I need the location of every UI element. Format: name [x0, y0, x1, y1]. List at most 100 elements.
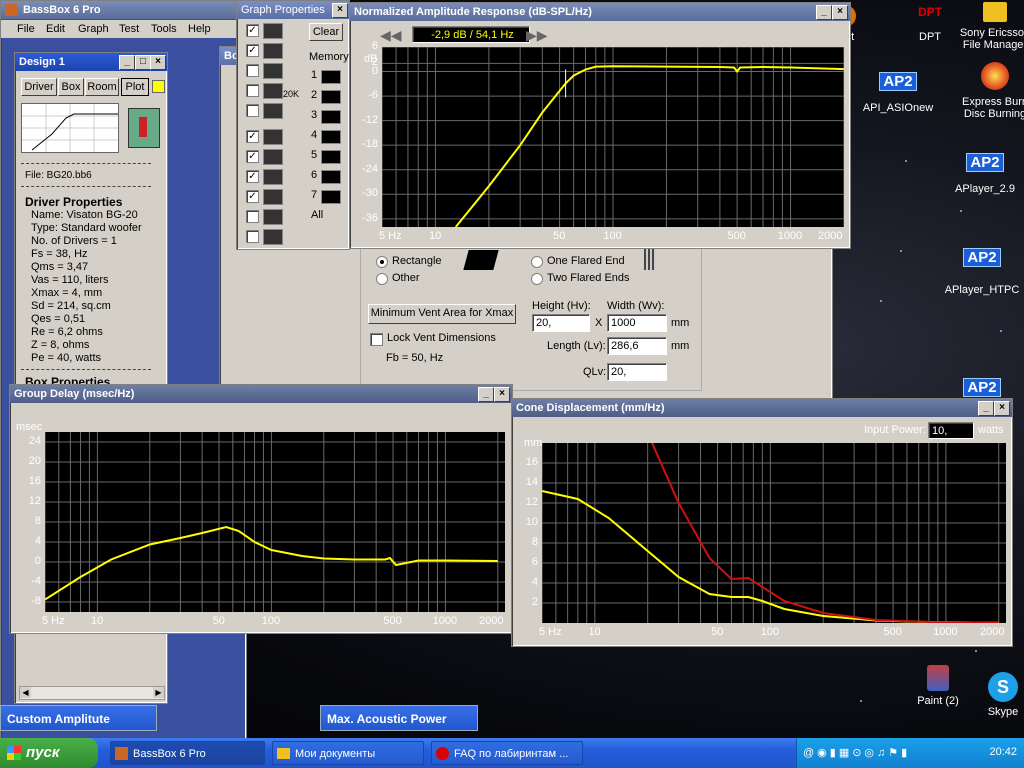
height-input[interactable]: 20, — [532, 314, 590, 332]
color-swatch[interactable] — [152, 80, 165, 93]
tab-plot[interactable]: Plot — [121, 78, 149, 96]
input-power-label: Input Power: — [864, 424, 926, 436]
memory-slot-button[interactable] — [321, 130, 341, 144]
menu-file[interactable]: File — [17, 23, 35, 35]
memory-slot-button[interactable] — [321, 110, 341, 124]
close-button[interactable]: × — [150, 55, 166, 70]
memory-slot-button[interactable] — [321, 90, 341, 104]
driver-prop: No. of Drivers = 1 — [31, 235, 117, 247]
horizontal-scrollbar[interactable]: ◀ ▶ — [19, 686, 165, 700]
tab-box[interactable]: Box — [58, 78, 84, 96]
memory-slot-label: 6 — [311, 169, 318, 181]
length-input[interactable]: 286,6 — [607, 337, 667, 355]
graph-option-checkbox[interactable]: ✓ — [246, 24, 259, 37]
graph-option-checkbox[interactable] — [246, 230, 259, 243]
minimize-button[interactable]: _ — [816, 5, 832, 20]
desktop-icon-api-asio[interactable]: AP2 API_ASIOnew — [853, 72, 943, 114]
memory-slot-button[interactable] — [321, 170, 341, 184]
mm-unit: mm — [671, 340, 690, 352]
y-tick-label: 24 — [28, 435, 41, 447]
graph-option-checkbox[interactable] — [246, 210, 259, 223]
rectangle-label[interactable]: Rectangle — [392, 255, 442, 267]
next-marker-icon[interactable]: ▶▶ — [526, 27, 548, 44]
x-tick-label: 2000 — [818, 230, 843, 242]
x-tick-label: 500 — [883, 626, 902, 638]
box-shape-icon — [463, 250, 499, 270]
input-power-input[interactable]: 10, — [928, 422, 974, 439]
other-label[interactable]: Other — [392, 272, 420, 284]
graph-option-checkbox[interactable]: ✓ — [246, 190, 259, 203]
graph-option-checkbox[interactable]: ✓ — [246, 130, 259, 143]
speaker-icon — [128, 108, 160, 148]
menu-tools[interactable]: Tools — [151, 23, 177, 35]
clock[interactable]: 20:42 — [989, 746, 1017, 758]
close-button[interactable]: × — [494, 387, 510, 402]
two-flared-ends-label[interactable]: Two Flared Ends — [547, 272, 630, 284]
maximize-button[interactable]: □ — [135, 55, 151, 70]
x-tick-label: 100 — [603, 230, 622, 242]
one-flared-end-label[interactable]: One Flared End — [547, 255, 625, 267]
start-button[interactable]: пуск — [0, 738, 98, 768]
tab-driver[interactable]: Driver — [21, 78, 57, 96]
graph-option-checkbox[interactable]: ✓ — [246, 170, 259, 183]
close-button[interactable]: × — [832, 5, 848, 20]
menu-test[interactable]: Test — [119, 23, 139, 35]
qlv-input[interactable]: 20, — [607, 363, 667, 381]
scroll-right-icon[interactable]: ▶ — [153, 687, 164, 698]
tray-icons[interactable]: @◉▮▦⊙◎♫⚑▮ — [803, 746, 910, 759]
memory-slot-button[interactable] — [321, 70, 341, 84]
scroll-left-icon[interactable]: ◀ — [20, 687, 31, 698]
main-title-bar: BassBox 6 Pro — [1, 1, 246, 19]
custom-amplitude-bar[interactable]: Custom Amplitute — [0, 705, 157, 731]
graph-option-checkbox[interactable] — [246, 64, 259, 77]
tab-room[interactable]: Room — [85, 78, 119, 96]
lock-vent-checkbox[interactable] — [370, 333, 383, 346]
y-tick-label: 4 — [34, 535, 41, 547]
graph-option-checkbox[interactable]: ✓ — [246, 150, 259, 163]
cone-displacement-window: Cone Displacement (mm/Hz) _ × Input Powe… — [511, 382, 1013, 647]
other-radio[interactable] — [376, 273, 388, 285]
app-icon — [5, 4, 17, 16]
burn-icon — [981, 62, 1009, 90]
rectangle-radio[interactable] — [376, 256, 388, 268]
close-button[interactable]: × — [994, 401, 1010, 416]
task-faq-opera[interactable]: FAQ по лабиринтам ... — [431, 741, 583, 765]
graph-option-icon — [263, 63, 283, 79]
task-my-documents[interactable]: Мои документы — [272, 741, 424, 765]
graph-option-checkbox[interactable] — [246, 104, 259, 117]
desktop-icon-aplayer-htpc[interactable]: AP2 APlayer_HTPC — [937, 248, 1024, 296]
desktop-icon-sony-ericsson[interactable]: Sony Ericsson File Manager — [950, 2, 1024, 51]
y-tick-label: 6 — [531, 556, 538, 568]
desktop-icon-aplayer-29[interactable]: AP2 APlayer_2.9 — [940, 153, 1024, 195]
mini-response-plot — [21, 103, 119, 153]
prev-marker-icon[interactable]: ◀◀ — [380, 27, 402, 44]
task-bassbox[interactable]: BassBox 6 Pro — [110, 741, 265, 765]
graph-option-checkbox[interactable] — [246, 84, 259, 97]
min-vent-area-button[interactable]: Minimum Vent Area for Xmax — [368, 304, 516, 324]
close-button[interactable]: × — [332, 3, 348, 18]
x-tick-label: 1000 — [933, 626, 958, 638]
two-flared-ends-radio[interactable] — [531, 273, 543, 285]
menu-edit[interactable]: Edit — [46, 23, 65, 35]
width-input[interactable]: 1000 — [607, 314, 667, 332]
memory-slot-button[interactable] — [321, 190, 341, 204]
desktop-icon-skype[interactable]: S Skype — [958, 672, 1024, 718]
minimize-button[interactable]: _ — [119, 55, 135, 70]
y-tick-label: 8 — [34, 515, 41, 527]
max-acoustic-power-bar[interactable]: Max. Acoustic Power — [320, 705, 478, 731]
graph-option-checkbox[interactable]: ✓ — [246, 44, 259, 57]
menu-help[interactable]: Help — [188, 23, 211, 35]
clear-memory-button[interactable]: Clear — [309, 23, 343, 41]
desktop-icon-express-burn[interactable]: Express Burn Disc Burning — [955, 62, 1024, 120]
group-delay-title-bar: Group Delay (msec/Hz) _ × — [10, 385, 512, 403]
memory-slot-button[interactable] — [321, 150, 341, 164]
lock-vent-label[interactable]: Lock Vent Dimensions — [387, 332, 496, 344]
desktop-icon-ap2[interactable]: AP2 — [937, 378, 1024, 397]
graph-option-icon — [263, 229, 283, 245]
menu-graph[interactable]: Graph — [78, 23, 109, 35]
minimize-button[interactable]: _ — [978, 401, 994, 416]
driver-prop: Name: Visaton BG-20 — [31, 209, 138, 221]
minimize-button[interactable]: _ — [478, 387, 494, 402]
x-tick-label: 10 — [588, 626, 601, 638]
one-flared-end-radio[interactable] — [531, 256, 543, 268]
